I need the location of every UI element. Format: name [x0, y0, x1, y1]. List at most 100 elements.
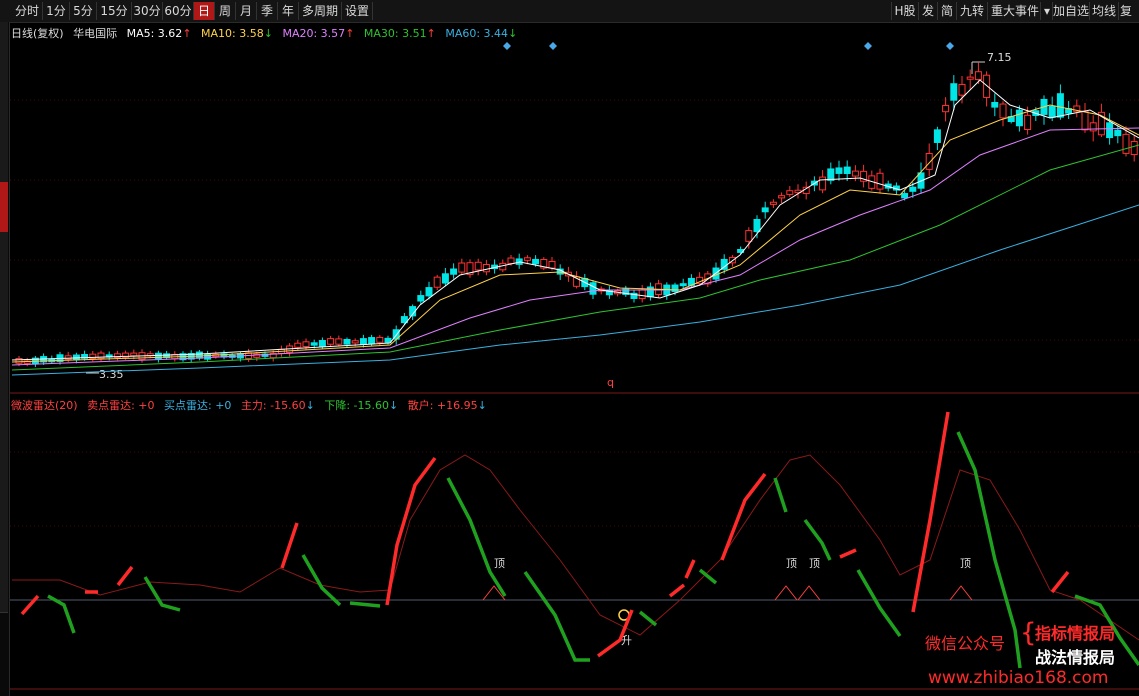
candle-body [368, 337, 376, 345]
candle-body [441, 273, 449, 284]
candle-body [966, 76, 974, 80]
candle-body [679, 283, 687, 287]
candle-body [1015, 109, 1023, 127]
candle-body [343, 338, 351, 345]
candle-body [786, 190, 794, 195]
oscillator-rise-segment [385, 456, 437, 606]
oscillator-fall-segment [523, 570, 590, 662]
candle-body [753, 218, 761, 233]
candle-body [1081, 110, 1089, 131]
candle-body [523, 257, 531, 261]
candle-body [1106, 122, 1114, 139]
oscillator-rise-segment [684, 559, 696, 579]
candle-body [327, 338, 335, 345]
candle-body [302, 341, 310, 348]
chart-canvas[interactable]: 7.15 3.35 q 顶 顶 顶 顶 升 [0, 0, 1139, 696]
candle-body [384, 337, 392, 343]
candle-body [769, 201, 777, 205]
oscillator-fall-segment [638, 610, 658, 627]
top-triangle [774, 585, 798, 601]
candle-body [983, 74, 991, 98]
candle-body [819, 176, 827, 191]
candle-body [761, 207, 769, 213]
candle-body [532, 258, 540, 265]
candle-body [589, 282, 597, 295]
top-triangle [797, 585, 821, 601]
oscillator-fall-segment [773, 477, 788, 513]
candlestick-series [15, 62, 1138, 368]
candle-body [450, 268, 458, 275]
candle-body [942, 104, 950, 113]
candle-body [310, 342, 318, 346]
candle-body [474, 261, 482, 271]
candle-body [130, 352, 138, 357]
top-triangle [949, 585, 973, 601]
candle-body [909, 186, 917, 192]
watermark-site: www.zhibiao168.com [928, 668, 1109, 688]
candle-body [195, 351, 203, 359]
candle-body [351, 340, 359, 344]
candle-body [376, 336, 384, 343]
watermark-brand-1: 指标情报局 [1035, 624, 1116, 643]
signal-diamond [946, 42, 954, 50]
candle-body [548, 260, 556, 269]
low-price-label: 3.35 [99, 368, 124, 381]
candle-body [1114, 129, 1122, 137]
candle-body [638, 289, 646, 300]
top-signal-label: 顶 [809, 557, 820, 570]
oscillator-rise-segment [20, 594, 40, 616]
candle-body [1089, 122, 1097, 132]
candle-body [1056, 93, 1064, 118]
candle-body [1122, 133, 1130, 154]
candle-body [425, 287, 433, 297]
ma60-line [11, 204, 1139, 376]
candle-body [901, 193, 909, 199]
candle-body [745, 230, 753, 242]
candle-body [876, 172, 884, 190]
candle-body [294, 342, 302, 348]
candle-body [958, 83, 966, 96]
candle-body [1048, 105, 1056, 118]
oscillator-rise-segment [1050, 570, 1070, 594]
candle-body [933, 129, 941, 143]
candle-body [999, 103, 1007, 119]
candle-body [417, 295, 425, 302]
top-signal-label: 顶 [786, 557, 797, 570]
oscillator-fall-segment [47, 594, 76, 634]
oscillator-rise-segment [116, 565, 134, 587]
candle-body [778, 195, 786, 199]
candle-body [458, 262, 466, 273]
watermark-wechat: 微信公众号 [925, 634, 1006, 653]
oscillator-fall-segment [446, 477, 507, 597]
ma10-line [11, 104, 1139, 363]
top-signal-label: 顶 [960, 557, 971, 570]
high-price-label: 7.15 [987, 51, 1012, 64]
candle-body [318, 340, 326, 347]
candle-body [515, 258, 523, 265]
oscillator-signal-line [12, 454, 1139, 641]
candle-body [1024, 114, 1032, 131]
oscillator-rise-segment [280, 522, 299, 569]
ma5-line [11, 79, 1139, 361]
ma30-line [11, 144, 1139, 371]
watermark-brand-2: 战法情报局 [1035, 648, 1116, 667]
candle-body [925, 152, 933, 170]
oscillator-rise-segment [839, 548, 857, 559]
oscillator-rise-segment [720, 472, 767, 561]
candle-body [1130, 140, 1138, 156]
candle-body [950, 83, 958, 101]
candle-body [671, 284, 679, 293]
signal-diamond [549, 42, 557, 50]
candle-body [507, 257, 515, 264]
candle-body [851, 170, 859, 177]
oscillator-fall-segment [856, 569, 902, 638]
price-marker: q [607, 376, 614, 389]
candle-body [835, 167, 843, 174]
oscillator-rise-segment [668, 583, 686, 598]
oscillator-rise-segment [911, 411, 950, 613]
signal-diamond [864, 42, 872, 50]
candle-body [991, 101, 999, 108]
candle-body [359, 338, 367, 345]
candle-body [843, 166, 851, 174]
moving-average-lines [11, 79, 1139, 376]
